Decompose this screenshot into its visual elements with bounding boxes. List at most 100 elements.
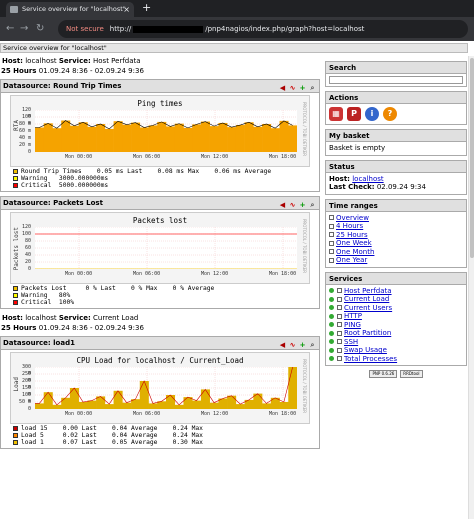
service-link[interactable]: Host Perfdata [344,287,392,295]
datasource-panel: Datasource: load1 ◀ ∿ + ⌕ CPU Load for loca… [0,336,320,449]
service-link[interactable]: PING [344,321,361,329]
data-bar [131,122,141,152]
data-bar [104,128,114,152]
pnp-badge[interactable]: PNP 0.6.26 [369,370,398,378]
info-icon[interactable]: i [365,107,379,121]
back-icon[interactable]: ← [6,23,14,34]
help-icon[interactable]: ? [383,107,397,121]
add-basket-icon[interactable]: + [298,84,307,93]
data-bar [35,403,45,409]
graph-icon [337,347,342,353]
graph-side-text: PROTOCOL / TOBI OETIKER [302,359,307,414]
time-range-item[interactable]: 25 Hours [329,231,463,240]
data-bar [192,124,202,152]
forward-icon[interactable]: → [20,23,28,34]
data-bar [87,126,97,152]
main-content: Host: localhost Service: Host Perfdata 2… [0,56,322,519]
service-link[interactable]: Total Processes [344,355,397,363]
pdf-export-icon[interactable]: P [347,107,361,121]
basket-text: Basket is empty [329,144,386,152]
time-range-item[interactable]: One Month [329,248,463,257]
time-range-item[interactable]: One Week [329,239,463,248]
service-item[interactable]: Current Load [329,295,463,304]
time-range-link[interactable]: 4 Hours [336,222,363,230]
status-dot-icon [329,347,334,353]
zoom-icon[interactable]: ⌕ [308,84,317,93]
add-basket-icon[interactable]: + [298,201,307,210]
x-tick-label: Mon 00:00 [65,271,93,277]
service-item[interactable]: Swap Usage [329,346,463,355]
data-bar [253,126,263,152]
url-field[interactable]: Not secure http:// /pnp4nagios/index.php/g… [58,20,468,38]
service-item[interactable]: Root Partition [329,329,463,338]
host-service-line-2: Host: localhost Service: Current Load [2,314,139,322]
browser-tab[interactable]: Service overview for "localhost" × [6,2,134,17]
service-link[interactable]: Current Users [344,304,392,312]
time-ranges-box: Time ranges Overview 4 Hours 25 Hours One W… [325,198,467,268]
service-item[interactable]: Host Perfdata [329,287,463,296]
graph-icon[interactable]: ∿ [288,84,297,93]
service-item[interactable]: PING [329,321,463,330]
add-basket-icon[interactable]: + [298,341,307,350]
calendar-icon[interactable]: ▦ [329,107,343,121]
service-link[interactable]: HTTP [344,312,362,320]
status-dot-icon [329,288,334,293]
graph-image[interactable]: Ping times RTA PROTOCOL / TOBI OETIKER 1… [10,95,310,167]
x-tick-label: Mon 12:00 [201,271,229,277]
reload-icon[interactable]: ↻ [36,23,44,34]
data-bar [192,400,202,409]
service-link[interactable]: Root Partition [344,329,391,337]
data-bar [96,396,106,409]
time-range-link[interactable]: One Month [336,248,374,256]
graph-icon [337,313,342,319]
new-tab-icon[interactable]: + [142,1,151,14]
close-tab-icon[interactable]: × [123,2,130,17]
time-range-link[interactable]: One Year [336,256,367,264]
y-tick-label: 100 [21,231,31,237]
pdf-icon[interactable]: ◀ [278,341,287,350]
y-tick-label: 40 m [18,135,31,141]
y-tick-label: 80 m [18,121,31,127]
service-item[interactable]: Total Processes [329,355,463,364]
zoom-icon[interactable]: ⌕ [308,341,317,350]
x-tick-label: Mon 06:00 [133,154,161,160]
service-item[interactable]: Current Users [329,304,463,313]
data-bar [157,121,167,152]
zoom-icon[interactable]: ⌕ [308,201,317,210]
pdf-icon[interactable]: ◀ [278,201,287,210]
graph-image[interactable]: CPU Load for localhost / Current_Load Lo… [10,352,310,424]
rrdtool-badge[interactable]: RRDtool [400,370,423,378]
service-link[interactable]: Current Load [344,295,389,303]
time-range-item[interactable]: One Year [329,256,463,265]
legend-swatch [13,175,18,181]
data-bar [87,400,97,409]
service-link[interactable]: SSH [344,338,358,346]
y-tick-label: 20 [24,259,31,265]
graph-icon[interactable]: ∿ [288,201,297,210]
graph-image[interactable]: Packets lost Packets lost PROTOCOL / TOB… [10,212,310,284]
legend-text: Load 5 0.02 Last 0.04 Average 0.24 Max [21,432,203,439]
status-dot-icon [329,313,334,319]
graph-icon[interactable]: ∿ [288,341,297,350]
scrollbar[interactable] [468,56,474,519]
service-item[interactable]: HTTP [329,312,463,321]
data-bar [139,127,149,152]
data-bar [148,125,158,152]
pdf-icon[interactable]: ◀ [278,84,287,93]
time-range-item[interactable]: Overview [329,214,463,223]
time-range-item[interactable]: 4 Hours [329,222,463,231]
search-input[interactable] [329,76,463,84]
y-tick-label: 0 [27,266,31,272]
data-bar [262,403,272,409]
time-range-link[interactable]: Overview [336,214,369,222]
scrollbar-thumb[interactable] [470,58,474,258]
graph-side-text: PROTOCOL / TOBI OETIKER [302,219,307,274]
data-bar [183,127,193,152]
service-link[interactable]: Swap Usage [344,346,387,354]
time-range-link[interactable]: One Week [336,239,372,247]
time-range-link[interactable]: 25 Hours [336,231,368,239]
y-tick-label: 50 m [18,399,31,405]
last-check: 02.09.24 9:34 [376,183,426,191]
status-host-link[interactable]: localhost [352,175,383,183]
service-item[interactable]: SSH [329,338,463,347]
